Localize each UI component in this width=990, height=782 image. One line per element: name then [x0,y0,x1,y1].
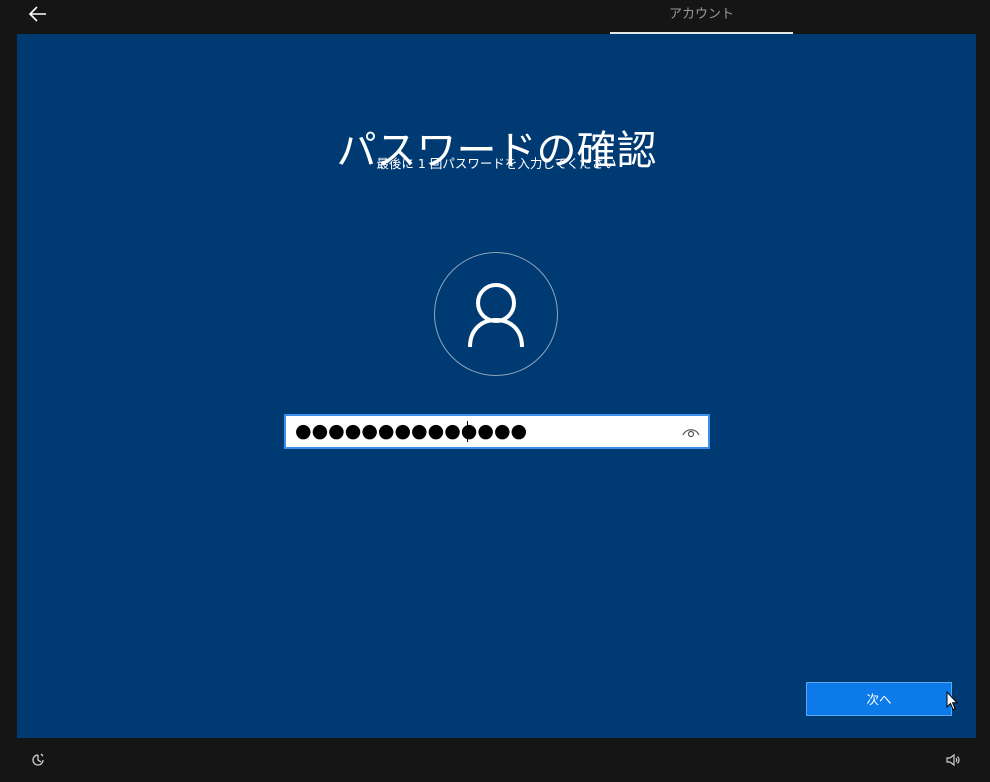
back-button[interactable] [26,2,50,26]
password-masked-text: ●●●●●●●●●●●●●● [295,420,528,442]
text-caret [467,421,468,442]
password-reveal-button[interactable] [682,424,700,438]
person-icon [468,283,524,348]
eye-icon [682,429,700,438]
volume-icon [946,753,960,767]
password-input[interactable]: ●●●●●●●●●●●●●● [284,414,710,449]
bottom-bar [0,738,990,782]
page-subtitle: 最後に 1 回パスワードを入力してください [376,156,617,171]
ease-of-access-icon [32,753,44,766]
content-panel: パスワードの確認 最後に 1 回パスワードを入力してください ●●●●●●●●●… [17,34,976,738]
avatar [434,252,558,376]
next-button[interactable]: 次へ [806,682,952,716]
top-bar: アカウント [0,0,990,34]
volume-button[interactable] [945,752,961,768]
ease-of-access-button[interactable] [30,752,46,768]
tab-account: アカウント [668,7,734,22]
arrow-left-icon [28,6,46,22]
mouse-pointer-icon [946,691,958,711]
